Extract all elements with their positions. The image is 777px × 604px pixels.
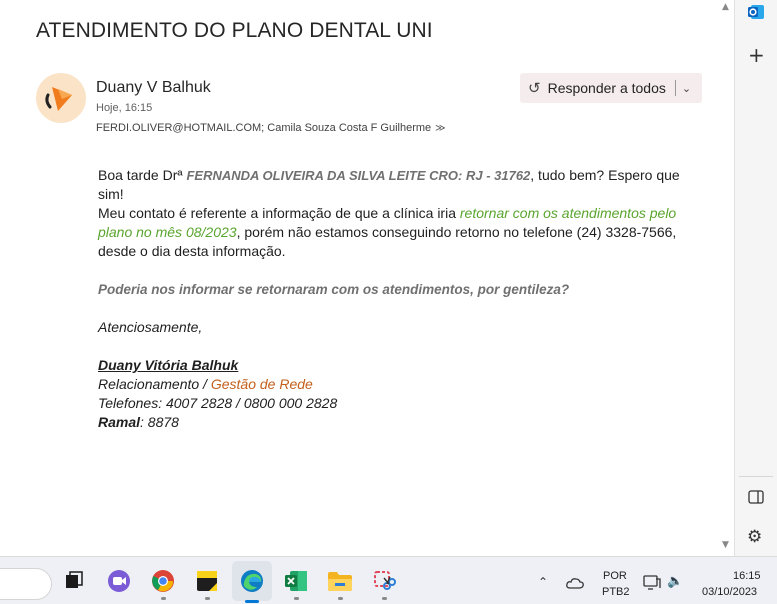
running-indicator [382,597,387,600]
recipients-line[interactable]: FERDI.OLIVER@HOTMAIL.COM; Camila Souza C… [96,122,446,134]
plus-icon[interactable]: + [748,43,765,67]
message-start: Meu contato é referente a informação de … [98,205,460,221]
running-indicator [338,597,343,600]
ramal-value: : 8878 [140,414,179,430]
excel-icon[interactable] [281,566,311,600]
ramal-label: Ramal [98,414,141,430]
reply-all-button[interactable]: ↺ Responder a todos ⌄ [520,73,702,103]
running-indicator [294,597,299,600]
volume-icon[interactable]: 🔈 [667,574,683,589]
outlook-icon[interactable] [747,3,765,21]
reading-pane: ATENDIMENTO DO PLANO DENTAL UNI Duany V … [0,0,735,556]
gear-icon[interactable]: ⚙ [747,527,762,547]
email-subject: ATENDIMENTO DO PLANO DENTAL UNI [36,19,433,42]
task-view-icon[interactable] [59,566,89,596]
snipping-tool-icon[interactable] [369,566,399,600]
signature-phones: Telefones: 4007 2828 / 0800 000 2828 [98,395,338,411]
teams-icon[interactable] [104,566,134,596]
sticky-notes-icon[interactable] [192,566,222,600]
language-line1[interactable]: POR [603,570,627,582]
scroll-down-icon[interactable]: ▼ [722,540,729,550]
sent-time: Hoje, 16:15 [96,102,153,114]
button-separator [674,80,676,96]
role-department: Gestão de Rede [210,376,313,392]
panel-icon[interactable] [748,490,764,509]
language-line2[interactable]: PTB2 [602,586,630,598]
closing-text: Atenciosamente, [98,319,203,335]
onedrive-icon[interactable] [566,576,584,594]
role-text: Relacionamento / [98,376,211,392]
network-icon[interactable] [643,575,661,596]
edge-icon[interactable] [237,566,267,596]
chevron-down-icon[interactable]: ⌄ [682,82,691,95]
side-rail: + ⚙ [735,0,777,556]
expand-recipients-icon[interactable]: ≫ [435,123,445,134]
question-paragraph: Poderia nos informar se retornaram com o… [98,282,570,297]
recipients-text: FERDI.OLIVER@HOTMAIL.COM; Camila Souza C… [96,122,432,134]
reply-all-icon: ↺ [528,79,541,97]
sender-avatar[interactable] [36,73,86,123]
rail-divider [739,476,773,477]
taskbar-search[interactable] [0,568,52,600]
greeting-paragraph: Boa tarde Drª FERNANDA OLIVEIRA DA SILVA… [98,166,708,204]
reply-all-label: Responder a todos [547,80,666,96]
running-indicator [205,597,210,600]
taskbar: ⌃ POR PTB2 🔈 16:15 03/10/2023 [0,556,777,604]
file-explorer-icon[interactable] [325,566,355,600]
doctor-name: FERNANDA OLIVEIRA DA SILVA LEITE CRO: RJ… [186,168,531,183]
chrome-icon[interactable] [148,566,178,600]
clock-date[interactable]: 03/10/2023 [702,586,757,598]
greeting-text: Boa tarde Drª [98,167,187,183]
vertical-scrollbar[interactable]: ▲ ▼ [718,0,734,556]
avatar-logo-icon [45,87,72,111]
tray-chevron-up-icon[interactable]: ⌃ [538,575,548,589]
running-indicator [161,597,166,600]
clock-time[interactable]: 16:15 [733,570,761,582]
scroll-up-icon[interactable]: ▲ [722,2,729,12]
message-paragraph: Meu contato é referente a informação de … [98,204,708,261]
sender-name[interactable]: Duany V Balhuk [96,79,211,97]
signature-role: Relacionamento / Gestão de Rede [98,375,313,394]
signature-name: Duany Vitória Balhuk [98,357,239,373]
signature-ramal: Ramal: 8878 [98,413,179,432]
